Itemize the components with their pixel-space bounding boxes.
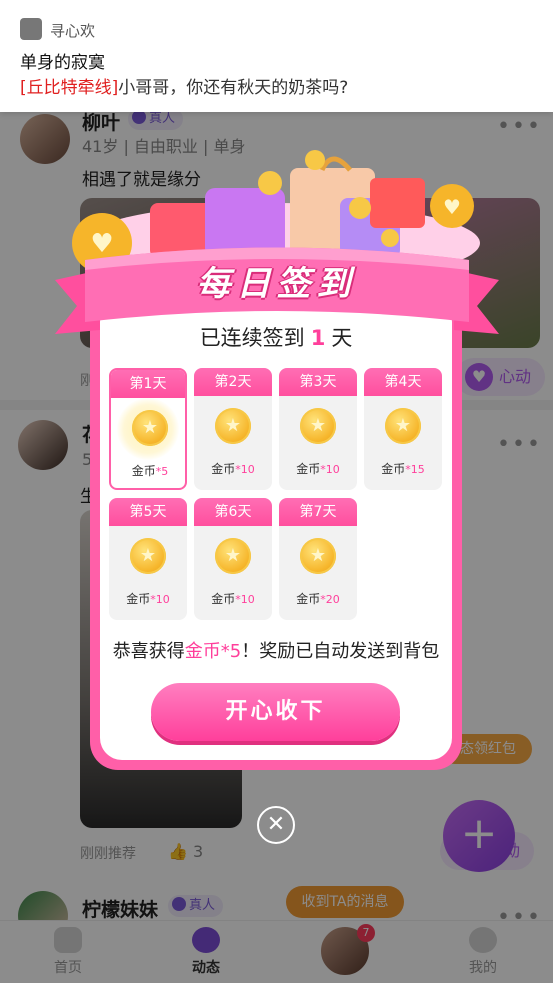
day-label: 第1天 — [111, 370, 185, 398]
day-card-4[interactable]: 第4天 金币*15 — [364, 368, 442, 490]
gold-coin-icon — [385, 408, 421, 444]
reward-amount: *20 — [320, 593, 340, 606]
streak-suffix: 天 — [331, 326, 353, 350]
reward-name: 金币 — [126, 592, 151, 606]
reward-name: 金币 — [131, 464, 156, 478]
reward-name: 金币 — [381, 462, 406, 476]
reward-name: 金币 — [296, 462, 321, 476]
gold-coin-icon — [215, 408, 251, 444]
day-label: 第6天 — [194, 498, 272, 526]
dialog-title: 每日签到 — [196, 264, 357, 304]
reward-amount: *10 — [235, 463, 255, 476]
notification-banner[interactable]: 寻心欢 单身的寂寞 [丘比特牵线]小哥哥，你还有秋天的奶茶吗? — [0, 0, 553, 112]
day-label: 第4天 — [364, 368, 442, 396]
reward-amount: *15 — [405, 463, 425, 476]
reward-name: 金币 — [211, 592, 236, 606]
gold-coin-icon — [300, 538, 336, 574]
day-label: 第2天 — [194, 368, 272, 396]
day-reward: 金币*10 — [194, 460, 272, 477]
reward-amount: *10 — [320, 463, 340, 476]
close-icon[interactable]: ✕ — [257, 806, 295, 844]
notification-text: 小哥哥，你还有秋天的奶茶吗? — [118, 78, 349, 98]
notification-title: 单身的寂寞 — [20, 53, 105, 73]
congrats-prefix: 恭喜获得 — [112, 641, 185, 662]
day-reward: 金币*15 — [364, 460, 442, 477]
congrats-reward: 金币*5 — [184, 641, 242, 662]
day-card-7[interactable]: 第7天 金币*20 — [279, 498, 357, 620]
day-label: 第7天 — [279, 498, 357, 526]
day-reward: 金币*10 — [194, 590, 272, 607]
notification-body: [丘比特牵线]小哥哥，你还有秋天的奶茶吗? — [20, 73, 348, 98]
day-card-1[interactable]: 第1天 金币*5 — [109, 368, 187, 490]
reward-name: 金币 — [296, 592, 321, 606]
day-reward: 金币*5 — [111, 462, 185, 479]
day-reward: 金币*10 — [279, 460, 357, 477]
congrats-suffix: ！奖励已自动发送到背包 — [241, 641, 440, 662]
reward-message: 恭喜获得金币*5！奖励已自动发送到背包 — [100, 637, 452, 663]
day-label: 第5天 — [109, 498, 187, 526]
reward-name: 金币 — [211, 462, 236, 476]
reward-amount: *10 — [150, 593, 170, 606]
day-label: 第3天 — [279, 368, 357, 396]
day-card-2[interactable]: 第2天 金币*10 — [194, 368, 272, 490]
gold-coin-icon — [215, 538, 251, 574]
notification-tag: [丘比特牵线] — [20, 78, 119, 98]
streak-text: 已连续签到 1 天 — [100, 322, 452, 352]
accept-button[interactable]: 开心收下 — [151, 683, 400, 741]
day-card-3[interactable]: 第3天 金币*10 — [279, 368, 357, 490]
day-card-6[interactable]: 第6天 金币*10 — [194, 498, 272, 620]
app-icon — [20, 18, 42, 40]
streak-prefix: 已连续签到 — [199, 326, 305, 350]
gold-coin-icon — [132, 410, 168, 446]
day-reward: 金币*20 — [279, 590, 357, 607]
day-reward: 金币*10 — [109, 590, 187, 607]
reward-amount: *10 — [235, 593, 255, 606]
streak-days: 1 — [310, 326, 326, 350]
gold-coin-icon — [130, 538, 166, 574]
gold-coin-icon — [300, 408, 336, 444]
reward-amount: *5 — [155, 465, 169, 478]
svg-text:♥: ♥ — [443, 195, 461, 219]
day-card-5[interactable]: 第5天 金币*10 — [109, 498, 187, 620]
notification-app-name: 寻心欢 — [50, 22, 96, 40]
